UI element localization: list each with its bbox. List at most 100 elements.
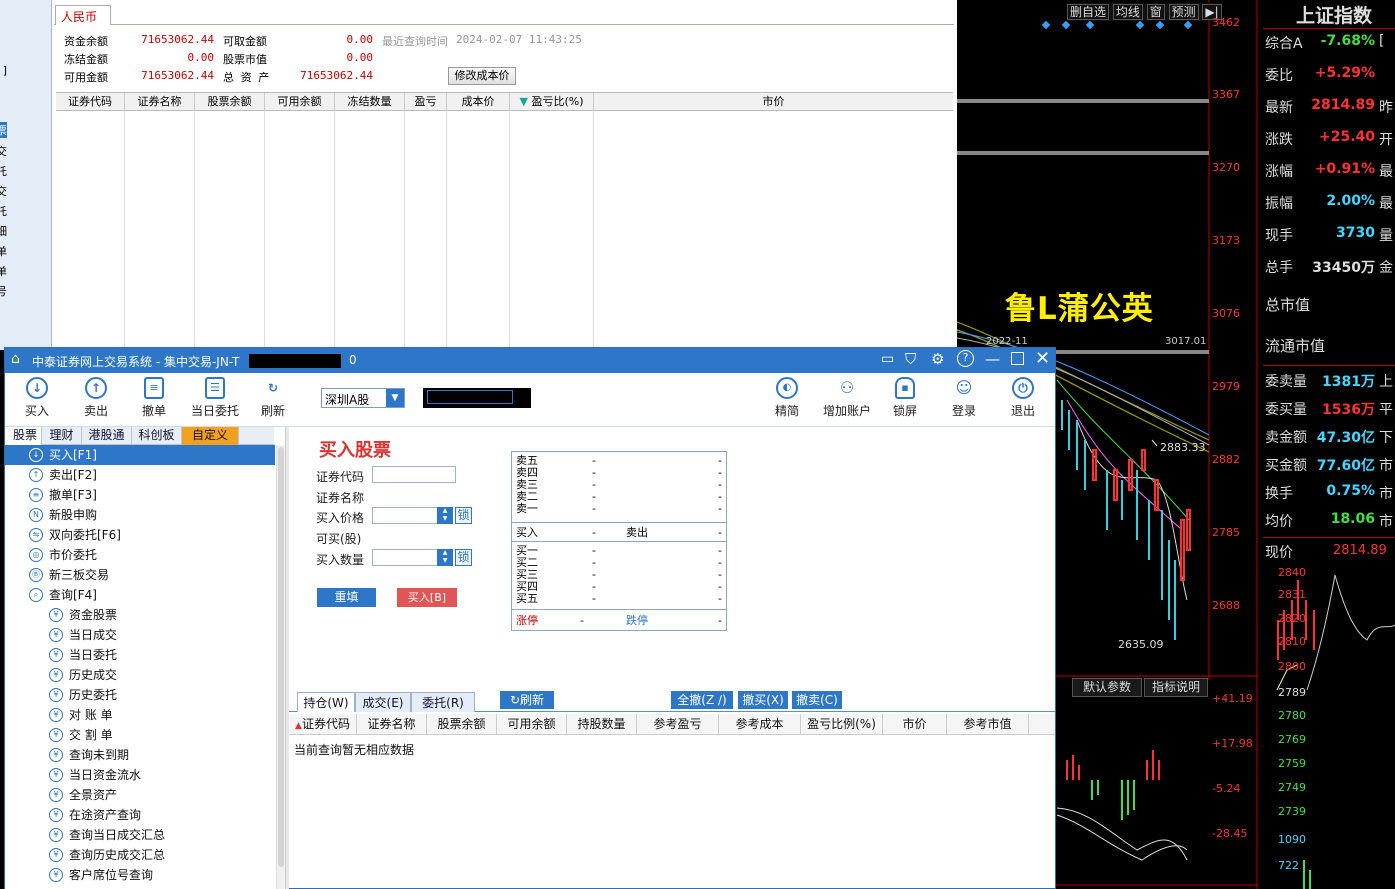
scroll-thumb[interactable] [278, 447, 284, 867]
grid-column-header[interactable]: 证券名称 [357, 714, 427, 735]
column-header[interactable]: 市价 [594, 93, 953, 111]
tab-trades[interactable]: 成交(E) [355, 692, 411, 712]
nav-item[interactable]: ¥ 当日资金流水 [5, 765, 275, 785]
cancel-order-button[interactable]: ≡ 撤单 [126, 377, 182, 419]
sidebar-char[interactable]: 细 [0, 223, 7, 239]
nav-item[interactable]: ¥ 查询历史成交汇总 [5, 845, 275, 865]
nav-item[interactable]: ¥ 在途资产查询 [5, 805, 275, 825]
price-input[interactable] [372, 507, 438, 524]
qty-input[interactable] [372, 549, 438, 566]
refresh-button[interactable]: ↻ 刷新 [245, 377, 301, 419]
indicator-tab-help[interactable]: 指标说明 [1144, 678, 1208, 697]
grid-refresh-button[interactable]: ↻刷新 [500, 691, 554, 709]
sidebar-char[interactable]: 单 [0, 263, 7, 279]
cancel-buys-button[interactable]: 撤买(X) [738, 691, 788, 709]
nav-item[interactable]: ¥ 历史委托 [5, 685, 275, 705]
nav-item[interactable]: ¥ 查询当日成交汇总 [5, 825, 275, 845]
nav-item[interactable]: ¥ 历史成交 [5, 665, 275, 685]
indicator-tab-default[interactable]: 默认参数 [1072, 678, 1142, 697]
column-header[interactable]: 可用余额 [265, 93, 335, 111]
add-account-button[interactable]: ⚇ 增加账户 [817, 377, 877, 419]
message-icon[interactable]: ▭ [881, 351, 894, 367]
buy-submit-button[interactable]: 买入[B] [397, 588, 457, 607]
nav-tab-wealth[interactable]: 理财 [42, 427, 82, 445]
nav-scrollbar[interactable] [276, 445, 285, 889]
nav-tab-stock[interactable]: 股票 [9, 427, 42, 445]
close-icon[interactable]: ✕ [1035, 348, 1050, 369]
cancel-sells-button[interactable]: 撤卖(C) [792, 691, 842, 709]
nav-item[interactable]: ◎ 市价委托 [5, 545, 275, 565]
grid-column-header[interactable]: 持股数量 [567, 714, 637, 735]
simple-mode-button[interactable]: ◐ 精简 [759, 377, 815, 419]
chart-tool-window[interactable]: 窗 [1146, 4, 1165, 20]
help-icon[interactable]: ? [957, 350, 974, 367]
nav-item[interactable]: ¥ 当日成交 [5, 625, 275, 645]
nav-item[interactable]: Ⓑ 新三板交易 [5, 565, 275, 585]
buy-button[interactable]: ↓ 买入 [9, 377, 65, 419]
nav-item[interactable]: ⌕ 查询[F4] [5, 585, 275, 605]
nav-item[interactable]: ≡ 撤单[F3] [5, 485, 275, 505]
nav-item[interactable]: ¥ 查询未到期 [5, 745, 275, 765]
column-header[interactable]: 冻结数量 [335, 93, 405, 111]
modify-cost-button[interactable]: 修改成本价 [448, 67, 516, 85]
grid-column-header[interactable]: 参考盈亏 [637, 714, 719, 735]
lock-screen-button[interactable]: ▪ 锁屏 [877, 377, 933, 419]
market-select[interactable]: 深圳A股 ▼ [321, 388, 405, 408]
nav-item[interactable]: ¥ 当日委托 [5, 645, 275, 665]
grid-column-header[interactable]: 市价 [883, 714, 947, 735]
chart-tool-ma[interactable]: 均线 [1112, 4, 1143, 20]
tab-rmb[interactable]: 人民币 [55, 5, 111, 25]
nav-item[interactable]: ¥ 交 割 单 [5, 725, 275, 745]
qty-stepper[interactable]: ▲ ▼ [437, 549, 453, 566]
account-select[interactable] [423, 388, 531, 408]
nav-item[interactable]: ¥ 客户席位号查询 [5, 865, 275, 885]
nav-item[interactable]: ¥ 对 账 单 [5, 705, 275, 725]
grid-column-header[interactable]: ▲证券代码 [289, 714, 357, 735]
nav-tab-hk-connect[interactable]: 港股通 [82, 427, 132, 445]
sidebar-char[interactable]: 单 [0, 243, 7, 259]
grid-column-header[interactable]: 参考成本 [719, 714, 801, 735]
qty-lock-button[interactable]: 锁 [455, 549, 472, 566]
home-icon[interactable]: ⌂ [11, 351, 20, 367]
maximize-icon[interactable] [1011, 352, 1024, 365]
sidebar-char[interactable]: 票 [0, 122, 7, 138]
column-header[interactable]: 盈亏 [405, 93, 447, 111]
shirt-icon[interactable]: ⛉ [905, 350, 916, 368]
nav-item[interactable]: ↑ 卖出[F2] [5, 465, 275, 485]
nav-tab-custom[interactable]: 自定义 [182, 427, 239, 445]
sidebar-char[interactable]: 托 [0, 203, 7, 219]
price-stepper[interactable]: ▲ ▼ [437, 507, 453, 524]
exit-button[interactable]: ⏻ 退出 [995, 377, 1051, 419]
column-header[interactable]: 证券代码 [56, 93, 125, 111]
column-header[interactable]: 证券名称 [125, 93, 195, 111]
sell-button[interactable]: ↑ 卖出 [68, 377, 124, 419]
column-header[interactable]: 成本价 [447, 93, 510, 111]
sidebar-char[interactable]: 号 [0, 283, 7, 299]
grid-column-header[interactable]: 可用余额 [497, 714, 567, 735]
chart-tool-predict[interactable]: 预测 [1168, 4, 1199, 20]
sidebar-char[interactable]: 托 [0, 163, 7, 179]
login-button[interactable]: ☺ 登录 [936, 377, 992, 419]
column-header-sorted[interactable]: ▼ 盈亏比(%) [510, 93, 594, 111]
code-input[interactable] [372, 466, 456, 483]
sidebar-char[interactable]: 交 [0, 143, 7, 159]
tab-orders[interactable]: 委托(R) [411, 692, 475, 712]
nav-item[interactable]: ↓ 买入[F1] [5, 445, 275, 465]
price-lock-button[interactable]: 锁 [455, 507, 472, 524]
grid-column-header[interactable]: 参考市值 [947, 714, 1029, 735]
gear-icon[interactable]: ⚙ [931, 350, 944, 368]
grid-column-header[interactable]: 盈亏比例(%) [801, 714, 883, 735]
sidebar-char[interactable]: 交 [0, 183, 7, 199]
grid-column-header[interactable]: 股票余额 [427, 714, 497, 735]
nav-item[interactable]: N 新股申购 [5, 505, 275, 525]
column-header[interactable]: 股票余额 [195, 93, 265, 111]
cancel-all-button[interactable]: 全撤(Z /) [671, 691, 733, 709]
nav-item[interactable]: ¥ 资金股票 [5, 605, 275, 625]
nav-item[interactable]: ¥ 全景资产 [5, 785, 275, 805]
nav-item[interactable]: ⇋ 双向委托[F6] [5, 525, 275, 545]
nav-tab-star-market[interactable]: 科创板 [132, 427, 182, 445]
today-orders-button[interactable]: ☰ 当日委托 [187, 377, 243, 419]
chart-tool-delete-fav[interactable]: 删自选 [1067, 4, 1110, 20]
minimize-icon[interactable]: — [985, 350, 1000, 368]
reset-button[interactable]: 重填 [317, 588, 376, 607]
